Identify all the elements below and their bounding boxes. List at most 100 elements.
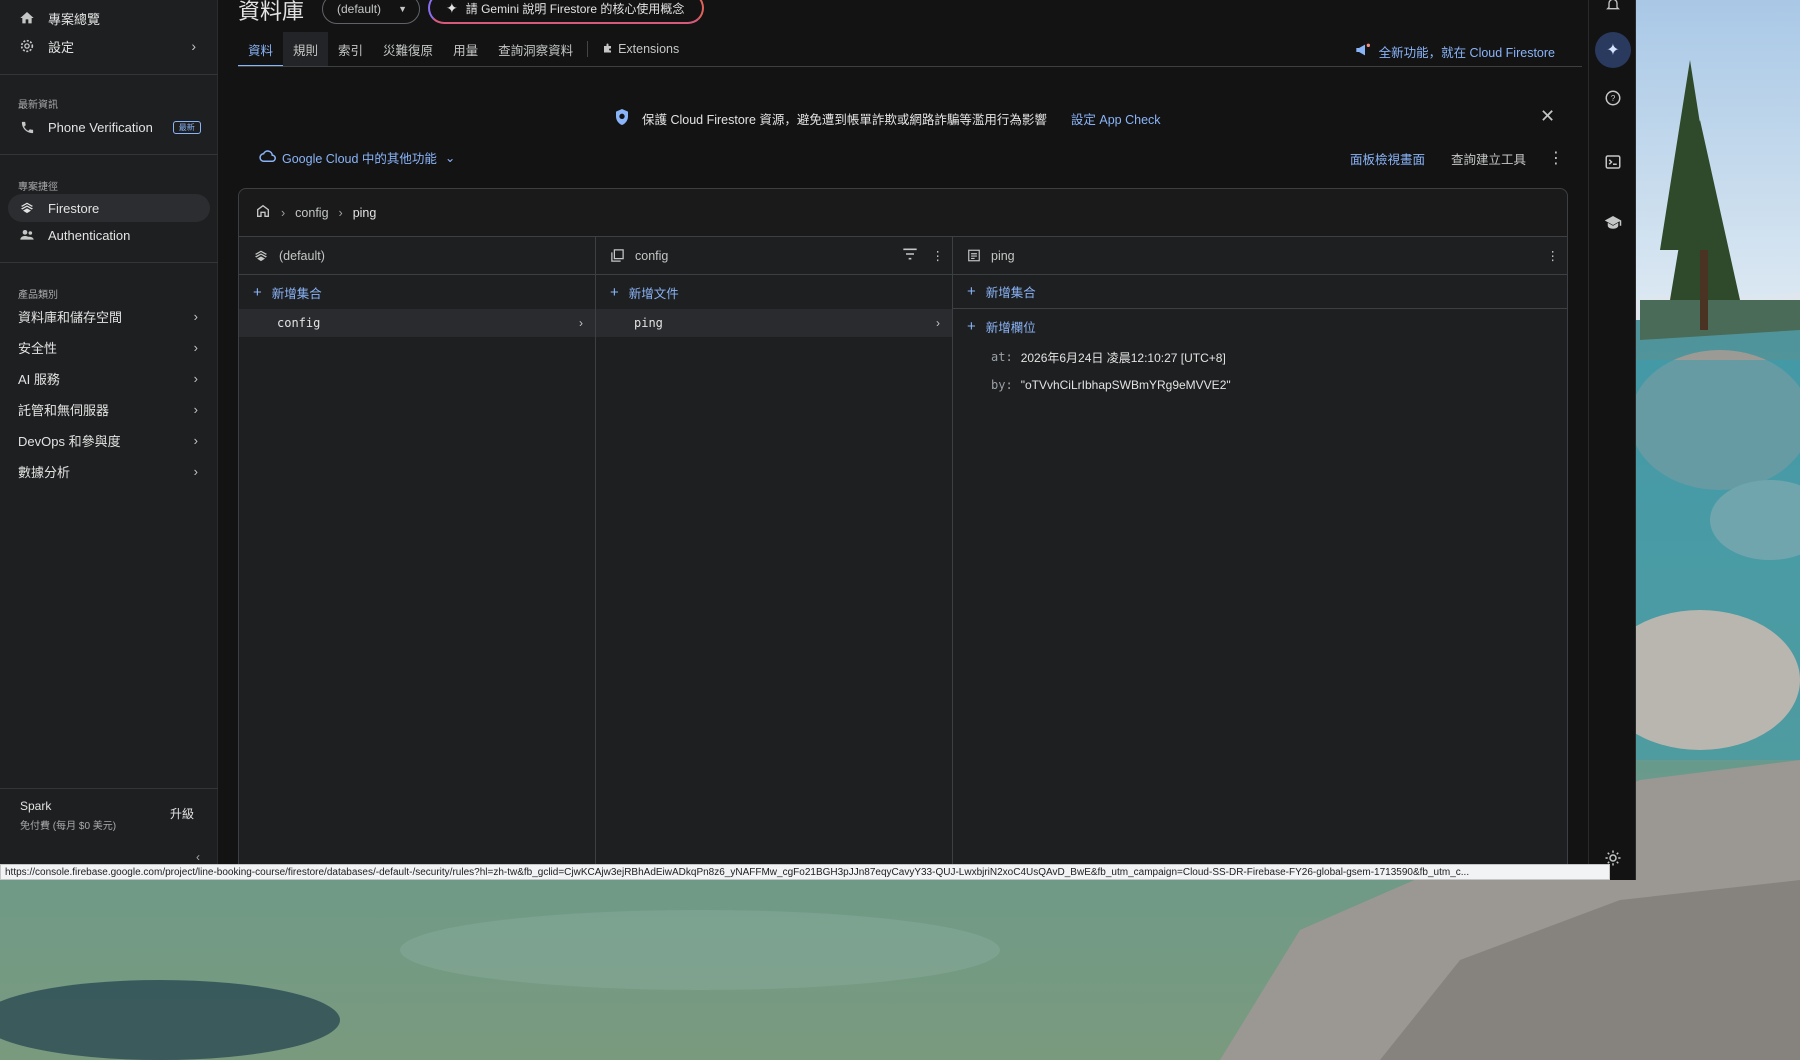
category-devops-engagement[interactable]: DevOps 和參與度 › — [18, 428, 198, 452]
tab-query-insights[interactable]: 查詢洞察資料 — [488, 32, 583, 66]
notifications-icon[interactable] — [1601, 0, 1625, 16]
tab-data[interactable]: 資料 — [238, 32, 284, 67]
column-header: ping ⋮ — [953, 237, 1567, 275]
nav-phone-verification[interactable]: Phone Verification 最新 — [8, 113, 210, 141]
ask-gemini-label: 請 Gemini 說明 Firestore 的核心使用概念 — [465, 1, 685, 16]
nav-firestore[interactable]: Firestore — [8, 194, 210, 222]
category-label: 數據分析 — [18, 464, 71, 480]
collection-icon — [610, 248, 625, 263]
plan-section: Spark 免付費 (每月 $0 美元) 升級 — [0, 788, 218, 848]
tab-extensions[interactable]: Extensions — [592, 32, 689, 66]
terminal-icon[interactable] — [1601, 150, 1625, 174]
collapse-sidebar-icon[interactable]: ‹ — [196, 850, 200, 864]
help-icon[interactable]: ? — [1601, 86, 1625, 110]
field-row[interactable]: at: 2026年6月24日 凌晨12:10:27 [UTC+8] — [953, 343, 1567, 371]
nav-label: Phone Verification — [48, 119, 153, 135]
field-key: by: — [991, 378, 1013, 392]
chevron-right-icon: › — [193, 370, 198, 386]
more-vert-icon[interactable]: ⋮ — [932, 248, 945, 263]
add-collection-button[interactable]: + 新增集合 — [239, 275, 595, 309]
add-label: 新增欄位 — [985, 320, 1036, 335]
status-url-bar: https://console.firebase.google.com/proj… — [0, 864, 1610, 880]
home-icon[interactable] — [255, 203, 271, 222]
category-database-storage[interactable]: 資料庫和儲存空間 › — [18, 304, 198, 328]
tab-separator — [587, 41, 589, 57]
column-actions: ⋮ — [902, 248, 945, 263]
more-vert-icon[interactable]: ⋮ — [1548, 148, 1564, 168]
add-label: 新增集合 — [985, 286, 1036, 300]
new-badge: 最新 — [172, 120, 201, 134]
chevron-right-icon: › — [191, 38, 196, 54]
whats-new-link[interactable]: 全新功能，就在 Cloud Firestore — [1355, 42, 1555, 61]
gear-icon — [18, 37, 36, 55]
field-row[interactable]: by: "oTVvhCiLrIbhapSWBmYRg9eMVVE2" — [953, 371, 1567, 399]
chevron-right-icon: › — [193, 432, 198, 448]
list-item[interactable]: config › — [239, 309, 595, 337]
category-label: 託管和無伺服器 — [18, 402, 110, 418]
google-cloud-label: Google Cloud 中的其他功能 — [282, 152, 437, 166]
category-security[interactable]: 安全性 › — [18, 335, 198, 359]
add-subcollection-button[interactable]: + 新增集合 — [953, 275, 1567, 309]
nav-project-overview[interactable]: 專案總覽 — [8, 4, 210, 32]
add-label: 新增文件 — [628, 286, 679, 301]
close-icon[interactable]: ✕ — [1540, 106, 1555, 127]
list-item[interactable]: ping › — [596, 309, 952, 337]
chevron-right-icon: › — [579, 316, 583, 330]
divider — [0, 154, 218, 155]
nav-settings[interactable]: 設定 › — [8, 32, 210, 60]
people-icon — [18, 226, 36, 244]
breadcrumb-ping[interactable]: ping — [353, 206, 377, 220]
more-vert-icon[interactable]: ⋮ — [1547, 248, 1560, 263]
tab-disaster-recovery[interactable]: 災難復原 — [373, 32, 443, 66]
tab-rules[interactable]: 規則 — [283, 32, 329, 66]
tab-indexes[interactable]: 索引 — [328, 32, 373, 66]
breadcrumb-config[interactable]: config — [295, 206, 328, 220]
nav-authentication[interactable]: Authentication — [8, 221, 210, 249]
learn-icon[interactable] — [1601, 210, 1625, 234]
shield-icon — [614, 108, 630, 129]
nav-label: Firestore — [48, 200, 100, 216]
chevron-down-icon: ⌄ — [444, 151, 456, 165]
plus-icon: + — [967, 317, 976, 335]
category-hosting-serverless[interactable]: 託管和無伺服器 › — [18, 397, 198, 421]
chevron-right-icon: › — [193, 463, 198, 479]
google-cloud-more-features[interactable]: Google Cloud 中的其他功能 ⌄ — [258, 148, 455, 167]
column-title: config — [635, 248, 669, 263]
filter-icon[interactable] — [902, 248, 918, 263]
document-column: ping ⋮ + 新增集合 + 新增欄位 at: 2026年6月24日 凌晨12… — [953, 237, 1567, 869]
column-title: (default) — [279, 248, 325, 263]
home-icon — [18, 9, 36, 27]
tab-underline — [238, 66, 1582, 67]
query-builder-button[interactable]: 查詢建立工具 — [1451, 149, 1526, 168]
tab-usage[interactable]: 用量 — [443, 32, 488, 66]
column-title: ping — [991, 248, 1015, 263]
setup-app-check-link[interactable]: 設定 App Check — [1071, 109, 1161, 128]
megaphone-icon — [1355, 43, 1371, 60]
section-label-latest: 最新資訊 — [18, 100, 58, 111]
chevron-right-icon: › — [193, 339, 198, 355]
firestore-icon — [253, 248, 269, 264]
field-value: 2026年6月24日 凌晨12:10:27 [UTC+8] — [1020, 350, 1226, 365]
column-header: (default) — [239, 237, 595, 275]
ask-gemini-button[interactable]: ✦ 請 Gemini 說明 Firestore 的核心使用概念 — [428, 0, 704, 24]
collection-column: config ⋮ + 新增文件 ping › — [596, 237, 953, 869]
plan-description: 免付費 (每月 $0 美元) — [20, 821, 117, 832]
whats-new-label: 全新功能，就在 Cloud Firestore — [1378, 46, 1555, 60]
page-title: 資料庫 — [238, 0, 305, 24]
tab-label: Extensions — [618, 42, 680, 56]
panel-view-button[interactable]: 面板檢視畫面 — [1350, 149, 1425, 168]
add-field-button[interactable]: + 新增欄位 — [953, 309, 1567, 343]
left-nav: 專案總覽 設定 › 最新資訊 Phone Verification 最新 專案捷… — [0, 0, 218, 866]
category-ai-services[interactable]: AI 服務 › — [18, 366, 198, 390]
database-select[interactable]: (default) ▼ — [322, 0, 420, 24]
add-document-button[interactable]: + 新增文件 — [596, 275, 952, 309]
chevron-right-icon: › — [193, 401, 198, 417]
category-analytics[interactable]: 數據分析 › — [18, 459, 198, 483]
breadcrumb-separator: › — [281, 205, 286, 220]
browser-window: 專案總覽 設定 › 最新資訊 Phone Verification 最新 專案捷… — [0, 0, 1636, 880]
svg-text:?: ? — [1611, 94, 1616, 103]
upgrade-button[interactable]: 升級 — [170, 805, 194, 822]
category-label: 安全性 — [18, 340, 58, 356]
divider — [0, 262, 218, 263]
gemini-icon[interactable]: ✦ — [1595, 32, 1631, 68]
